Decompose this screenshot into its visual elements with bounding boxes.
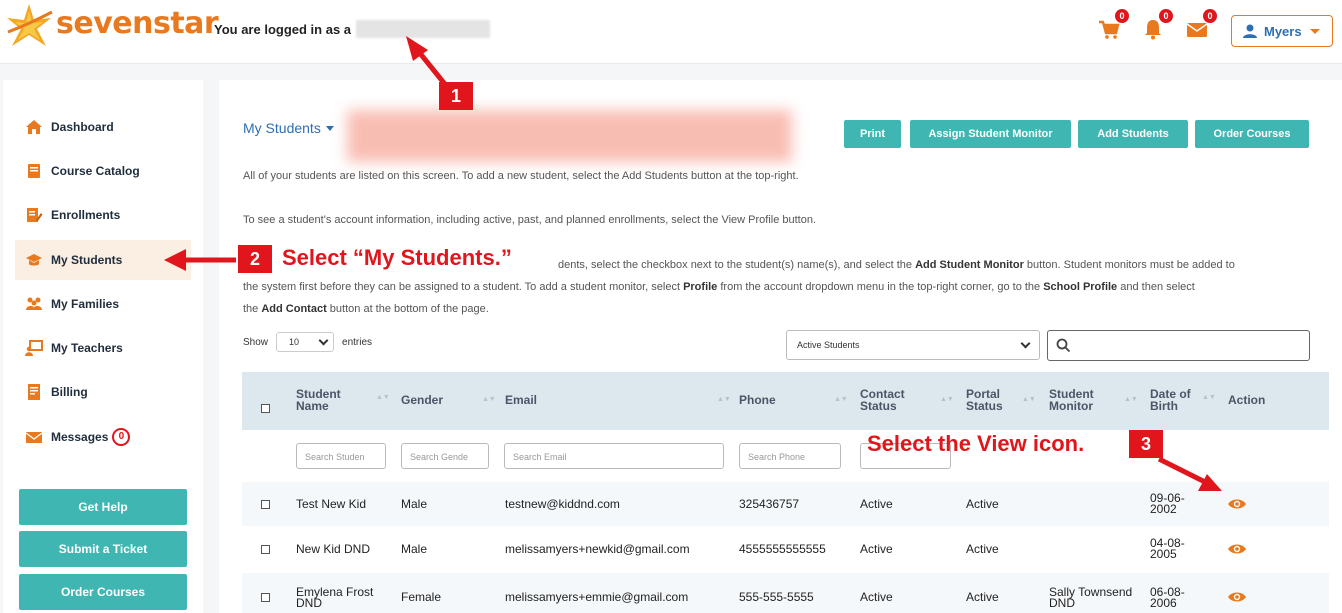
annotation-arrows bbox=[164, 36, 1222, 491]
step-3-instruction: Select the View icon. bbox=[867, 431, 1085, 456]
step-2-badge: 2 bbox=[238, 245, 272, 273]
step-1-badge: 1 bbox=[439, 82, 473, 110]
step-3-badge: 3 bbox=[1129, 430, 1163, 458]
step-2-instruction: Select “My Students.” bbox=[282, 245, 512, 270]
